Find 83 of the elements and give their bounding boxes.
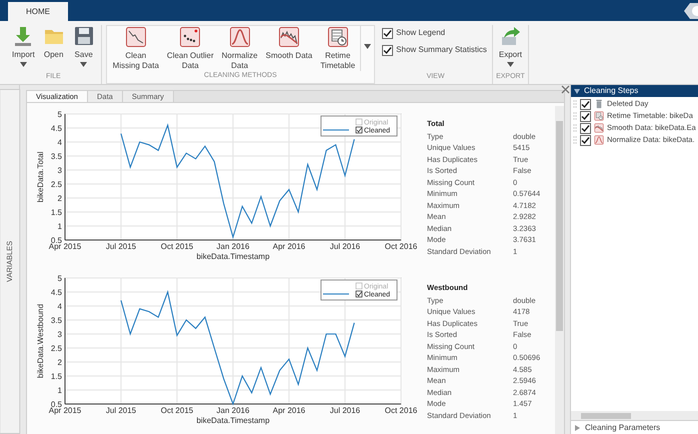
ribbon-button[interactable]: Export: [496, 25, 525, 67]
table-clock-icon: [594, 111, 604, 121]
checkbox[interactable]: [580, 110, 591, 122]
trash-icon: [594, 99, 604, 109]
axis-tick-label: 1.5: [50, 208, 62, 218]
horizontal-scrollbar[interactable]: [571, 411, 698, 420]
panel-header[interactable]: Cleaning Parameters: [571, 420, 698, 434]
axis-tick-label: Oct 2016: [384, 242, 418, 252]
scatter-outlier-icon: [179, 26, 202, 48]
bell-curve-icon: [228, 26, 251, 48]
axis-tick-label: Apr 2015: [48, 242, 82, 252]
smooth-line-icon: [594, 123, 604, 133]
axis-tick-label: Oct 2015: [160, 242, 194, 252]
axis-tick-label: 4.5: [50, 124, 62, 134]
axis-tick-label: 1: [58, 222, 62, 232]
help-icon[interactable]: [684, 2, 698, 18]
axis-tick-label: Jul 2015: [106, 406, 136, 416]
axis-tick-label: 3.5: [50, 152, 62, 162]
legend-checkbox[interactable]: [356, 126, 362, 134]
axis-tick-label: 3: [58, 166, 62, 176]
checkbox[interactable]: [580, 134, 591, 146]
axis-tick-label: 1: [58, 386, 62, 396]
panel-header[interactable]: Cleaning Steps: [571, 85, 698, 97]
checkbox[interactable]: [382, 44, 394, 56]
caret-icon: [364, 44, 372, 49]
axis-tick-label: Jul 2016: [330, 242, 360, 252]
checkbox[interactable]: [580, 98, 591, 110]
missing-data-chart-icon: [124, 26, 147, 48]
panel-title: Cleaning Steps: [584, 85, 638, 97]
axis-tick-label: 3: [58, 330, 62, 340]
axis-tick-label: Apr 2016: [272, 406, 306, 416]
legend-checkbox[interactable]: [356, 118, 362, 126]
axis-tick-label: Jul 2016: [330, 406, 360, 416]
checkbox[interactable]: [580, 122, 591, 134]
expand-arrow-icon: [575, 424, 580, 430]
x-axis-label: bikeData.Timestamp: [196, 416, 270, 426]
axis-tick-label: 4.5: [50, 288, 62, 298]
drag-handle-icon[interactable]: [573, 100, 577, 108]
axis-tick-label: Apr 2016: [272, 242, 306, 252]
axis-tick-label: 2: [58, 358, 62, 368]
axis-tick-label: Oct 2016: [384, 406, 418, 416]
ribbon-button[interactable]: Import: [9, 25, 38, 67]
axis-tick-label: 5: [58, 110, 62, 120]
ribbon-button[interactable]: Normalize Data: [218, 26, 261, 71]
ribbon-tab[interactable]: HOME: [8, 2, 68, 21]
legend-line-sample: [322, 130, 350, 131]
axis-tick-label: 5: [58, 274, 62, 284]
ribbon-button[interactable]: Smooth Data: [262, 26, 316, 61]
undock-icon[interactable]: [561, 85, 570, 94]
bell-curve-icon: [594, 135, 604, 145]
axis-tick-label: 2.5: [50, 180, 62, 190]
checkbox[interactable]: [382, 28, 394, 38]
y-axis-label: bikeData.Westbound: [36, 304, 45, 378]
axis-tick-label: Oct 2015: [160, 406, 194, 416]
ribbon-button[interactable]: Open: [40, 25, 68, 60]
axis-tick-label: 4: [58, 138, 62, 148]
drag-handle-icon[interactable]: [573, 124, 577, 132]
collapse-arrow-icon: [574, 88, 580, 94]
x-axis-label: bikeData.Timestamp: [196, 252, 270, 262]
axis-tick-label: Jan 2016: [216, 406, 250, 416]
ribbon-button[interactable]: Clean Missing Data: [110, 26, 162, 71]
axis-tick-label: 3.5: [50, 316, 62, 326]
axis-tick-label: Apr 2015: [48, 406, 82, 416]
panel-title: Cleaning Parameters: [585, 422, 660, 434]
axis-tick-label: 2.5: [50, 344, 62, 354]
drag-handle-icon[interactable]: [573, 136, 577, 144]
legend-checkbox[interactable]: [356, 282, 362, 290]
ribbon-button[interactable]: Retime Timetable: [317, 26, 358, 71]
axis-tick-label: 1.5: [50, 372, 62, 382]
export-arrow-icon: [499, 25, 522, 47]
checkbox-label: Show Legend: [396, 27, 446, 39]
drag-handle-icon[interactable]: [573, 112, 577, 120]
vertical-scrollbar[interactable]: [555, 106, 564, 434]
legend-checkbox[interactable]: [356, 290, 362, 298]
axis-tick-label: 2: [58, 194, 62, 204]
axis-tick-label: 4: [58, 302, 62, 312]
ribbon-button[interactable]: Clean Outlier Data: [164, 26, 217, 71]
axis-tick-label: Jan 2016: [216, 242, 250, 252]
y-axis-label: bikeData.Total: [36, 152, 45, 203]
checkbox-label: Show Summary Statistics: [396, 44, 487, 56]
axis-tick-label: Jul 2015: [106, 242, 136, 252]
legend-line-sample: [322, 294, 350, 295]
ribbon-button[interactable]: Save: [70, 25, 98, 67]
